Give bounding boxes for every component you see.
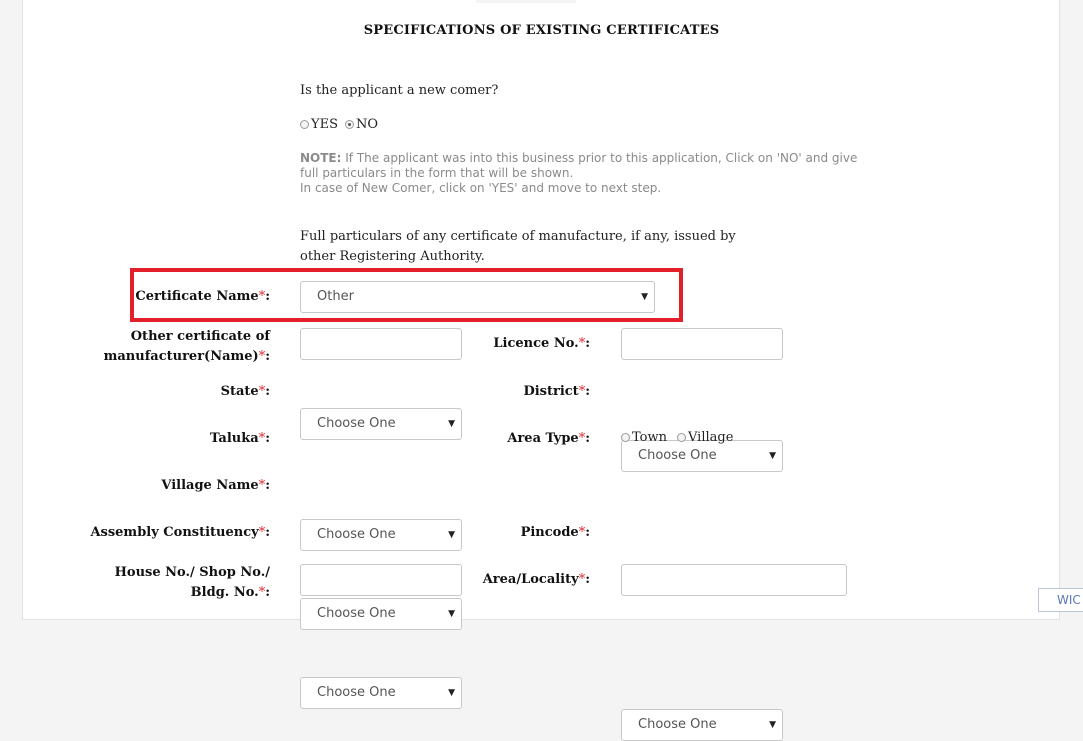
village-name-value: Choose One <box>317 606 396 621</box>
state-value: Choose One <box>317 416 396 431</box>
chevron-down-icon: ▼ <box>448 688 455 698</box>
radio-yes-label: YES <box>311 117 338 132</box>
note-text: NOTE: If The applicant was into this bus… <box>300 151 860 196</box>
radio-no-circle[interactable] <box>345 120 354 129</box>
village-name-select[interactable]: Choose One ▼ <box>300 598 462 630</box>
pincode-label: Pincode*: <box>520 525 590 540</box>
newcomer-question: Is the applicant a new comer? <box>300 83 499 98</box>
area-type-town-radio[interactable] <box>621 433 630 442</box>
note-line1: If The applicant was into this business … <box>300 151 858 180</box>
other-certificate-label: Other certificate of manufacturer(Name)*… <box>103 329 270 364</box>
note-line2: In case of New Comer, click on 'YES' and… <box>300 181 662 195</box>
particulars-text: Full particulars of any certificate of m… <box>300 229 736 264</box>
state-label: State*: <box>220 384 270 399</box>
licence-no-input[interactable] <box>621 328 783 360</box>
chevron-down-icon: ▼ <box>769 451 776 461</box>
state-select[interactable]: Choose One ▼ <box>300 408 462 440</box>
assembly-constituency-select[interactable]: Choose One ▼ <box>300 677 462 709</box>
chevron-down-icon: ▼ <box>769 720 776 730</box>
section-title: SPECIFICATIONS OF EXISTING CERTIFICATES <box>363 23 720 38</box>
panel-tab-notch <box>476 0 576 3</box>
area-type-village[interactable]: Village <box>677 430 733 445</box>
chevron-down-icon: ▼ <box>448 609 455 619</box>
area-type-village-label: Village <box>688 430 734 445</box>
assembly-constituency-value: Choose One <box>317 685 396 700</box>
area-type-label: Area Type*: <box>507 431 590 446</box>
radio-no[interactable]: NO <box>345 117 378 132</box>
radio-yes-circle[interactable] <box>300 120 309 129</box>
assembly-constituency-label: Assembly Constituency*: <box>90 525 270 540</box>
highlight-box <box>130 268 683 322</box>
taluka-value: Choose One <box>317 527 396 542</box>
district-value: Choose One <box>638 448 717 463</box>
other-certificate-input[interactable] <box>300 328 462 360</box>
note-prefix: NOTE: <box>300 151 342 165</box>
taluka-label: Taluka*: <box>210 431 270 446</box>
radio-yes[interactable]: YES <box>300 117 338 132</box>
village-name-label: Village Name*: <box>161 478 270 493</box>
area-locality-input[interactable] <box>621 564 847 596</box>
licence-no-label: Licence No.*: <box>493 336 590 351</box>
area-locality-label: Area/Locality*: <box>482 572 590 587</box>
area-type-village-radio[interactable] <box>677 433 686 442</box>
area-type-town-label: Town <box>632 430 667 445</box>
pincode-value: Choose One <box>638 717 717 732</box>
taluka-select[interactable]: Choose One ▼ <box>300 519 462 551</box>
radio-no-label: NO <box>356 117 379 132</box>
district-label: District*: <box>523 384 590 399</box>
house-no-label: House No./ Shop No./ Bldg. No.*: <box>114 565 270 600</box>
area-type-town[interactable]: Town <box>621 430 667 445</box>
corner-widget[interactable]: WIC <box>1038 588 1083 612</box>
pincode-select[interactable]: Choose One ▼ <box>621 709 783 741</box>
